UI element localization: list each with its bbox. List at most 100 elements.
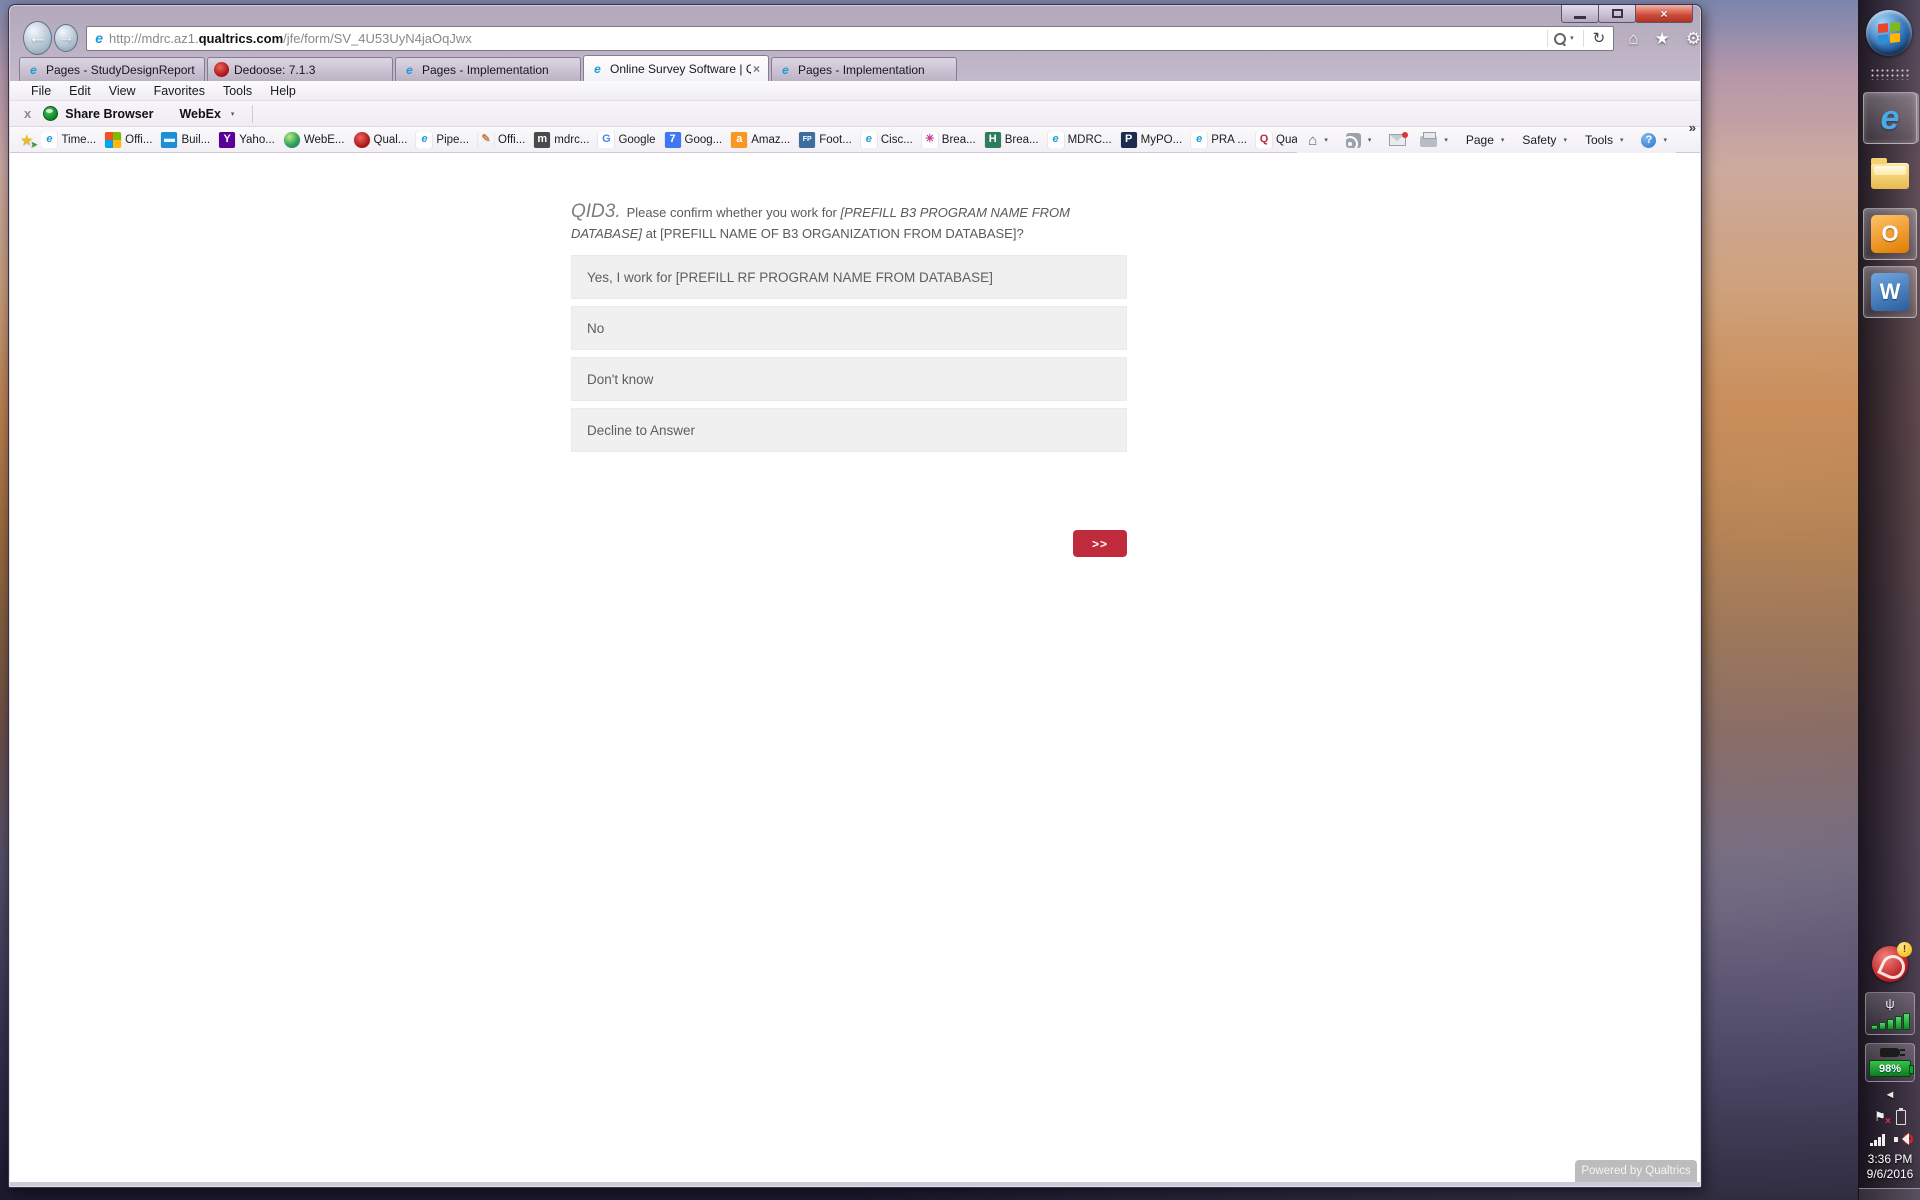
favorite-icon: e [416,132,432,148]
tray-time: 3:36 PM [1867,1152,1914,1167]
show-hidden-icons-button[interactable]: ◄ [1885,1090,1896,1101]
favorite-item[interactable]: P MyPO... [1121,132,1183,148]
page-menu-button[interactable]: Page▾ [1461,129,1514,151]
action-center-icon[interactable]: ⚑× [1874,1109,1886,1125]
battery-icon: 98% [1869,1060,1911,1077]
tab[interactable]: e Pages - StudyDesignReport [19,57,205,81]
favorite-icon: G [598,132,614,148]
back-arrow-icon: ← [28,27,47,49]
close-button[interactable]: × [1635,5,1693,23]
webex-caret-icon[interactable]: ▾ [231,110,235,118]
tab-label: Pages - Implementation [422,63,574,77]
favorite-item[interactable]: 7 Goog... [665,132,723,148]
divider [1547,30,1548,47]
tab[interactable]: e Pages - Implementation [395,57,581,81]
wireless-signal-button[interactable]: ψ [1865,992,1915,1035]
favorite-icon: H [985,132,1001,148]
favorite-item[interactable]: e MDRC... [1048,132,1112,148]
favorite-item[interactable]: G Google [598,132,655,148]
taskbar: e O W ! ψ 98% ◄ ⚑× [1858,0,1920,1200]
safety-menu-button[interactable]: Safety▾ [1517,129,1576,151]
answer-option[interactable]: Decline to Answer [571,408,1127,452]
favorite-label: Pipe... [436,134,469,146]
favorite-item[interactable]: WebE... [284,132,345,148]
answer-option-label: No [587,321,604,336]
tab[interactable]: e Online Survey Software | Qu... × [583,55,769,81]
share-browser-button[interactable]: Share Browser [65,107,153,121]
powered-by-qualtrics-badge[interactable]: Powered by Qualtrics [1575,1160,1697,1182]
survey-question: QID3.Please confirm whether you work for… [571,201,1127,244]
answer-option[interactable]: Yes, I work for [PREFILL RF PROGRAM NAME… [571,255,1127,299]
settings-gear-icon[interactable]: ⚙ [1686,30,1701,47]
answer-option[interactable]: No [571,306,1127,350]
show-desktop-button[interactable] [1859,1188,1920,1200]
favorite-item[interactable]: ▬ Buil... [161,132,210,148]
next-button[interactable]: >> [1073,530,1127,557]
read-mail-button[interactable] [1384,129,1411,151]
battery-status-button[interactable]: 98% [1865,1043,1915,1082]
menu-item[interactable]: View [100,84,145,98]
favorite-item[interactable]: e PRA ... [1191,132,1247,148]
search-icon[interactable] [1553,32,1566,45]
menu-item[interactable]: Help [261,84,305,98]
answer-option[interactable]: Don't know [571,357,1127,401]
windows-logo-icon [1878,22,1900,44]
volume-muted-icon[interactable] [1894,1133,1910,1146]
start-button[interactable] [1866,10,1912,56]
home-icon[interactable]: ⌂ [1628,30,1638,47]
forward-arrow-icon: → [58,29,74,47]
search-caret-icon[interactable]: ▾ [1570,34,1574,42]
favorite-item[interactable]: Qual... [354,132,408,148]
favorite-item[interactable]: a Amaz... [731,132,790,148]
taskbar-file-explorer-button[interactable] [1863,150,1917,202]
favorite-item[interactable]: e Pipe... [416,132,469,148]
webex-close-icon[interactable]: x [24,106,31,121]
maximize-button[interactable] [1598,5,1636,23]
favorites-bar: ★➤ e Time... Offi... ▬ Buil... [10,127,1700,153]
favorite-item[interactable]: Y Yaho... [219,132,275,148]
favorite-item[interactable]: FP Foot... [799,132,852,148]
taskbar-word-button[interactable]: W [1863,266,1917,318]
favorite-item[interactable]: ✳ Brea... [922,132,976,148]
favorite-label: PRA ... [1211,134,1247,146]
tab[interactable]: Dedoose: 7.1.3 [207,57,393,81]
print-button[interactable]: ▾ [1415,129,1457,151]
favorite-item[interactable]: H Brea... [985,132,1039,148]
favorite-item[interactable]: m mdrc... [534,132,589,148]
favorite-item[interactable]: Offi... [105,132,152,148]
tab[interactable]: e Pages - Implementation [771,57,957,81]
tools-menu-button[interactable]: Tools▾ [1580,129,1633,151]
toolbar-overflow-icon[interactable]: » [1689,120,1696,135]
battery-meter-icon[interactable] [1896,1110,1906,1125]
clock[interactable]: 3:36 PM 9/6/2016 [1867,1152,1914,1182]
favorite-item[interactable]: ✎ Offi... [478,132,525,148]
forward-button[interactable]: → [54,24,78,52]
notification-app-icon[interactable]: ! [1872,946,1908,982]
home-menu-button[interactable]: ⌂▾ [1303,129,1337,151]
menu-item[interactable]: File [22,84,60,98]
feeds-button[interactable]: ▾ [1341,129,1381,151]
taskbar-internet-explorer-button[interactable]: e [1863,92,1917,144]
favorite-label: Brea... [942,134,976,146]
outlook-icon: O [1871,215,1909,253]
window-titlebar: × [9,5,1701,25]
menu-item[interactable]: Edit [60,84,100,98]
back-button[interactable]: ← [23,21,52,55]
refresh-icon[interactable]: ↻ [1593,31,1606,46]
favorite-label: Offi... [125,134,152,146]
url-text[interactable]: http://mdrc.az1.qualtrics.com/jfe/form/S… [109,31,1542,46]
printer-icon [1420,136,1437,147]
taskbar-outlook-button[interactable]: O [1863,208,1917,260]
menu-bar: FileEditViewFavoritesToolsHelp [10,81,1700,101]
minimize-button[interactable] [1561,5,1599,23]
favorites-star-icon[interactable]: ★ [1655,30,1670,47]
menu-item[interactable]: Tools [214,84,261,98]
add-favorite-icon[interactable]: ★➤ [20,131,33,149]
network-bars-icon[interactable] [1870,1134,1885,1146]
help-menu-button[interactable]: ?▾ [1636,129,1676,151]
address-bar[interactable]: e http://mdrc.az1.qualtrics.com/jfe/form… [86,26,1614,51]
favorite-item[interactable]: e Time... [41,132,96,148]
tab-close-icon[interactable]: × [751,62,762,76]
menu-item[interactable]: Favorites [145,84,214,98]
favorite-item[interactable]: e Cisc... [861,132,913,148]
